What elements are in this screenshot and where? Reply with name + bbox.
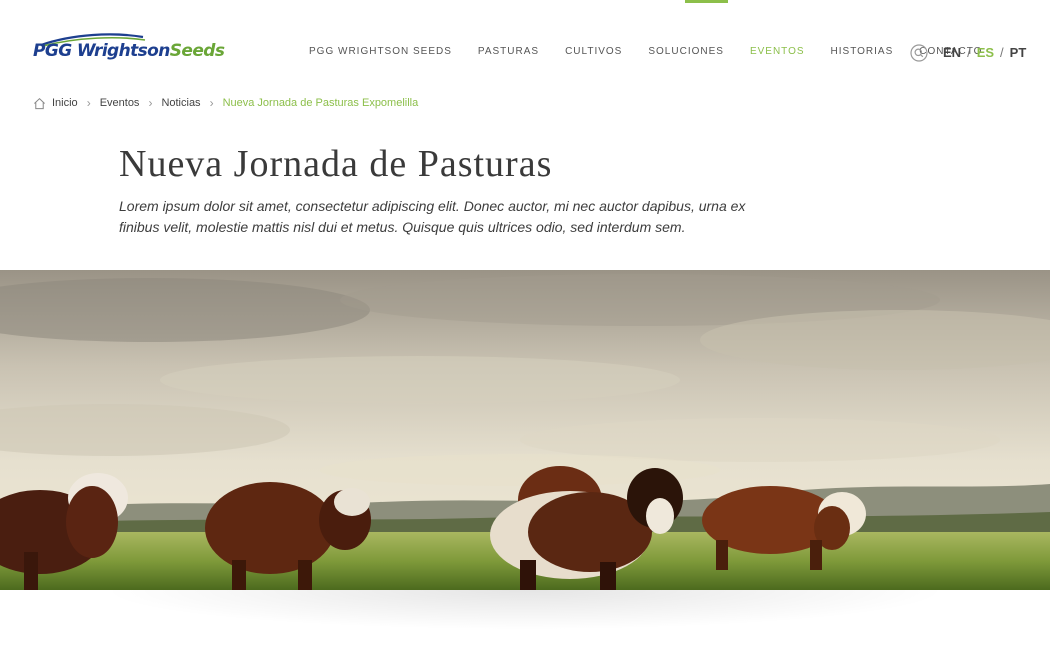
chevron-right-icon: › — [209, 96, 214, 110]
nav-item-soluciones[interactable]: SOLUCIONES — [635, 46, 737, 57]
cattle-pasture-image — [0, 270, 1050, 590]
language-switcher: EN / ES / PT — [943, 45, 1026, 60]
nav-item-pasturas[interactable]: PASTURAS — [465, 46, 552, 57]
site-header: PGG WrightsonSeeds PGG WRIGHTSON SEEDS P… — [0, 0, 1050, 90]
nav-item-historias[interactable]: HISTORIAS — [818, 46, 907, 57]
logo-text: PGG WrightsonSeeds — [33, 41, 225, 61]
breadcrumb: Inicio › Eventos › Noticias › Nueva Jorn… — [33, 96, 418, 110]
logo-accent-text: Seeds — [169, 41, 225, 61]
lang-separator: / — [967, 45, 971, 60]
logo-main-text: PGG Wrightson — [33, 41, 170, 61]
chevron-right-icon: › — [148, 96, 153, 110]
main-nav: PGG WRIGHTSON SEEDS PASTURAS CULTIVOS SO… — [296, 46, 995, 57]
breadcrumb-inicio[interactable]: Inicio — [52, 97, 78, 109]
lang-separator: / — [1000, 45, 1004, 60]
nav-active-indicator — [685, 0, 728, 3]
page-title: Nueva Jornada de Pasturas — [119, 143, 553, 185]
lang-en[interactable]: EN — [943, 45, 961, 60]
chevron-right-icon: › — [86, 96, 91, 110]
search-icon[interactable] — [910, 44, 928, 62]
breadcrumb-current: Nueva Jornada de Pasturas Expomelilla — [222, 97, 419, 109]
nav-item-cultivos[interactable]: CULTIVOS — [552, 46, 635, 57]
article-lead: Lorem ipsum dolor sit amet, consectetur … — [119, 198, 746, 235]
lang-es[interactable]: ES — [977, 45, 994, 60]
hero-shadow — [100, 590, 950, 630]
home-icon[interactable] — [33, 97, 46, 110]
brand-logo[interactable]: PGG WrightsonSeeds — [33, 33, 225, 63]
breadcrumb-noticias[interactable]: Noticias — [161, 97, 200, 109]
nav-item-pgg-wrightson-seeds[interactable]: PGG WRIGHTSON SEEDS — [296, 46, 465, 57]
breadcrumb-eventos[interactable]: Eventos — [100, 97, 140, 109]
hero-image — [0, 270, 1050, 590]
nav-item-eventos[interactable]: EVENTOS — [737, 46, 818, 57]
lang-pt[interactable]: PT — [1010, 45, 1027, 60]
